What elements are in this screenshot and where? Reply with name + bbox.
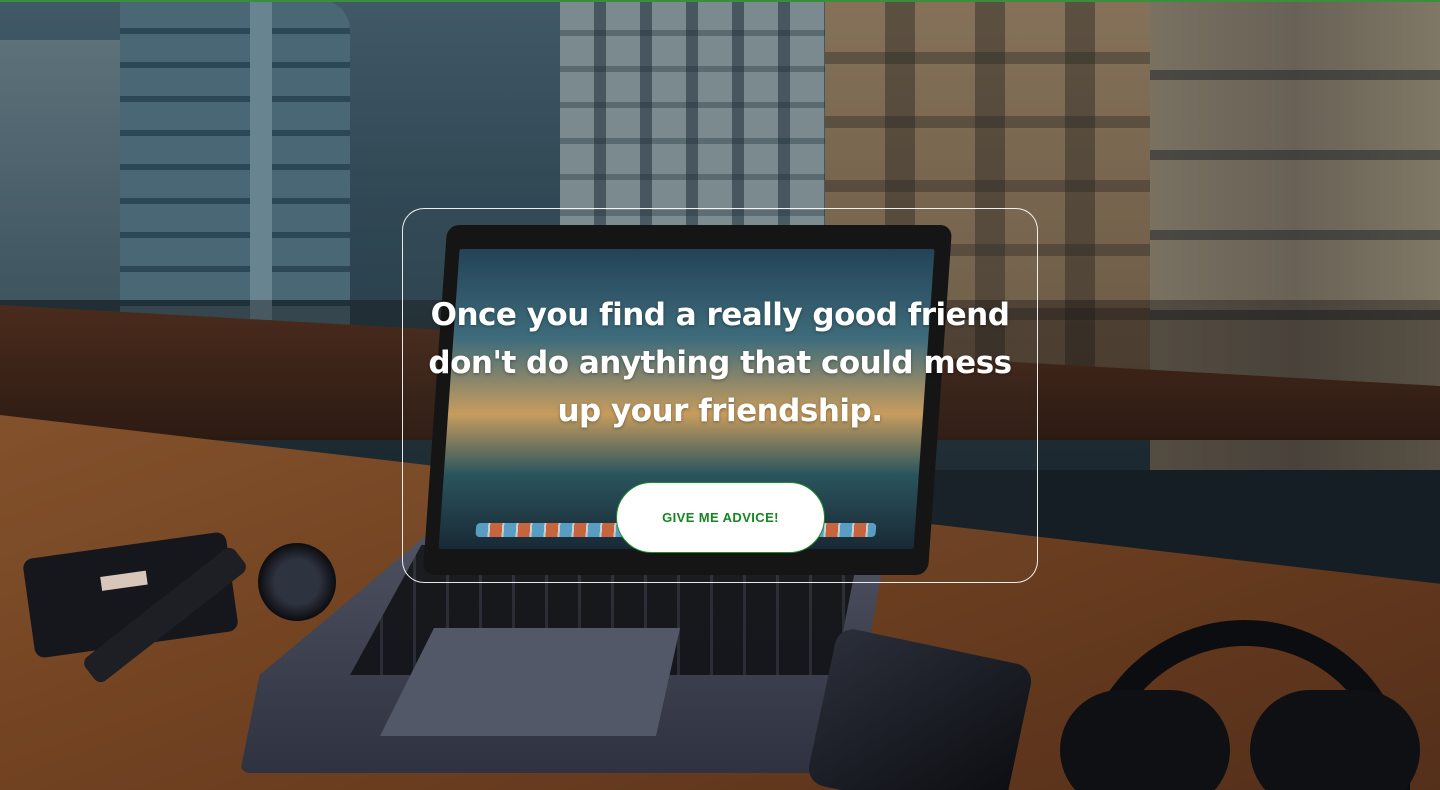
watch-face-image <box>258 543 336 621</box>
headphones-cup-left <box>1060 690 1230 790</box>
wallet-tag <box>100 570 148 591</box>
top-accent-bar <box>0 0 1440 2</box>
advice-quote: Once you find a really good friend don't… <box>428 297 1012 429</box>
advice-card: Once you find a really good friend don't… <box>402 208 1038 583</box>
headphones-image <box>1060 620 1430 790</box>
give-advice-button[interactable]: GIVE ME ADVICE! <box>616 482 825 553</box>
headphones-cup-right <box>1250 690 1420 790</box>
